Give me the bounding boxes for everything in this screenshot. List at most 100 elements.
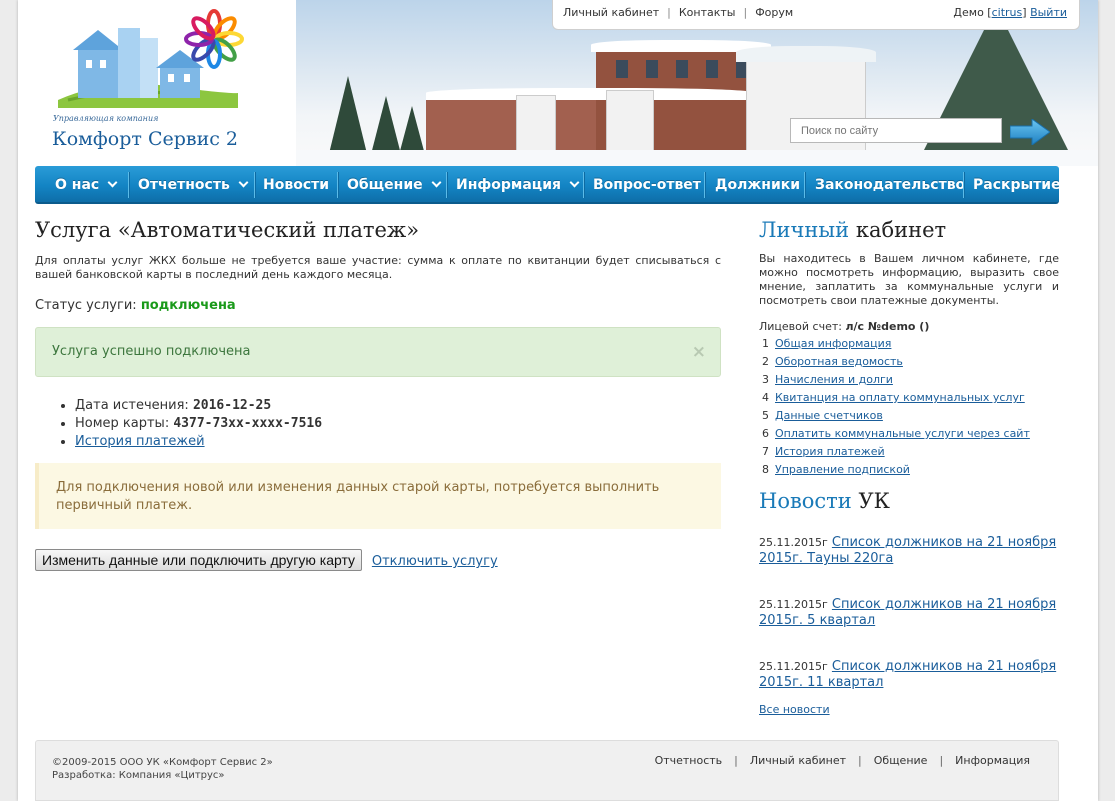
menu-number: 7 bbox=[762, 445, 769, 458]
menu-link-history[interactable]: История платежей bbox=[775, 445, 885, 458]
menu-link-meters[interactable]: Данные счетчиков bbox=[775, 409, 883, 422]
list-item: 7 История платежей bbox=[759, 443, 1059, 461]
chevron-down-icon bbox=[107, 177, 118, 188]
list-item: 8 Управление подпиской bbox=[759, 461, 1059, 479]
card-label: Номер карты: bbox=[75, 416, 170, 431]
list-item: Номер карты: 4377-73xx-xxxx-7516 bbox=[75, 415, 721, 433]
all-news-link[interactable]: Все новости bbox=[759, 703, 1059, 716]
menu-number: 1 bbox=[762, 337, 769, 350]
menu-number: 3 bbox=[762, 373, 769, 386]
news-item: 25.11.2015г Список должников на 21 ноябр… bbox=[759, 535, 1059, 567]
card-number: 4377-73xx-xxxx-7516 bbox=[173, 416, 323, 431]
menu-link-subscription[interactable]: Управление подпиской bbox=[775, 463, 910, 476]
nav-item-reports[interactable]: Отчетность bbox=[138, 166, 249, 202]
account-label: Лицевой счет: bbox=[759, 320, 842, 333]
menu-link-charges[interactable]: Начисления и долги bbox=[775, 373, 893, 386]
cabinet-title-rest: кабинет bbox=[855, 218, 947, 242]
chevron-down-icon bbox=[238, 177, 249, 188]
footer-copyright: ©2009-2015 ООО УК «Комфорт Сервис 2» Раз… bbox=[52, 756, 273, 782]
expiry-label: Дата истечения: bbox=[75, 398, 189, 413]
nav-item-about[interactable]: О нас bbox=[55, 166, 118, 202]
menu-link-turnover[interactable]: Оборотная ведомость bbox=[775, 355, 903, 368]
status-value: подключена bbox=[140, 298, 236, 313]
disconnect-service-link[interactable]: Отключить услугу bbox=[372, 554, 498, 569]
news-item: 25.11.2015г Список должников на 21 ноябр… bbox=[759, 659, 1059, 691]
news-date: 25.11.2015г bbox=[759, 536, 828, 549]
footer: ©2009-2015 ООО УК «Комфорт Сервис 2» Раз… bbox=[35, 740, 1059, 801]
nav-item-debtors[interactable]: Должники bbox=[715, 166, 800, 202]
list-item: 1 Общая информация bbox=[759, 335, 1059, 353]
list-item: История платежей bbox=[75, 433, 721, 451]
toplink-contacts[interactable]: Контакты bbox=[679, 6, 736, 19]
nav-item-legislation[interactable]: Законодательство bbox=[815, 166, 965, 202]
account-info: Лицевой счет: л/с №demo () bbox=[759, 320, 1059, 333]
logout-link[interactable]: Выйти bbox=[1030, 6, 1067, 19]
footer-separator: | bbox=[939, 754, 944, 767]
page: Управляющая компания Комфорт Сервис 2 Ли… bbox=[18, 0, 1098, 801]
footer-links: Отчетность | Личный кабинет | Общение | Информ… bbox=[655, 754, 1030, 767]
toplink-separator: | bbox=[667, 6, 671, 19]
cabinet-title: Личный кабинет bbox=[759, 218, 1059, 242]
close-icon[interactable]: × bbox=[692, 328, 706, 376]
menu-number: 5 bbox=[762, 409, 769, 422]
cabinet-title-accent: Личный bbox=[759, 218, 850, 242]
news-date: 25.11.2015г bbox=[759, 598, 828, 611]
toplink-separator: | bbox=[743, 6, 748, 19]
expiry-value: 2016-12-25 bbox=[192, 398, 272, 413]
service-status: Статус услуги: подключена bbox=[35, 298, 721, 313]
footer-separator: | bbox=[734, 754, 738, 767]
footer-link-communication[interactable]: Общение bbox=[874, 754, 928, 767]
menu-link-pay-online[interactable]: Оплатить коммунальные услуги через сайт bbox=[775, 427, 1030, 440]
payment-history-link[interactable]: История платежей bbox=[75, 434, 205, 449]
main-content: Услуга «Автоматический платеж» Для оплат… bbox=[35, 218, 721, 571]
search-arrow-icon[interactable] bbox=[1010, 119, 1050, 145]
list-item: Дата истечения: 2016-12-25 bbox=[75, 397, 721, 415]
user-login-link[interactable]: citrus bbox=[992, 6, 1023, 19]
search-input[interactable] bbox=[790, 118, 1002, 143]
list-item: 3 Начисления и долги bbox=[759, 371, 1059, 389]
nav-item-news[interactable]: Новости bbox=[263, 166, 329, 202]
list-item: 6 Оплатить коммунальные услуги через сайт bbox=[759, 425, 1059, 443]
news-title: Новости УК bbox=[759, 489, 1059, 513]
nav-item-information[interactable]: Информация bbox=[456, 166, 580, 202]
success-alert: Услуга успешно подключена × bbox=[35, 327, 721, 377]
main-navigation: О нас Отчетность Новости Общение Информа… bbox=[35, 166, 1059, 204]
chevron-down-icon bbox=[431, 177, 442, 188]
footer-link-cabinet[interactable]: Личный кабинет bbox=[750, 754, 846, 767]
menu-number: 8 bbox=[762, 463, 769, 476]
nav-item-qa[interactable]: Вопрос-ответ bbox=[593, 166, 701, 202]
account-value: л/с №demo () bbox=[845, 320, 930, 333]
menu-number: 6 bbox=[762, 427, 769, 440]
menu-number: 4 bbox=[762, 391, 769, 404]
service-description: Для оплаты услуг ЖКХ больше не требуется… bbox=[35, 254, 721, 281]
user-suffix: ] bbox=[1022, 6, 1027, 19]
sidebar: Личный кабинет Вы находитесь в Вашем лич… bbox=[759, 218, 1059, 716]
success-alert-text: Услуга успешно подключена bbox=[52, 344, 251, 359]
toplink-cabinet[interactable]: Личный кабинет bbox=[563, 6, 659, 19]
footer-link-information[interactable]: Информация bbox=[955, 754, 1030, 767]
change-card-button[interactable]: Изменить данные или подключить другую ка… bbox=[35, 549, 363, 571]
logo-title[interactable]: Комфорт Сервис 2 bbox=[52, 128, 238, 150]
footer-link-reports[interactable]: Отчетность bbox=[655, 754, 723, 767]
logo-subtitle: Управляющая компания bbox=[53, 114, 159, 123]
menu-link-receipt[interactable]: Квитанция на оплату коммунальных услуг bbox=[775, 391, 1025, 404]
news-item: 25.11.2015г Список должников на 21 ноябр… bbox=[759, 597, 1059, 629]
news-date: 25.11.2015г bbox=[759, 660, 828, 673]
list-item: 2 Оборотная ведомость bbox=[759, 353, 1059, 371]
news-title-accent: Новости bbox=[759, 489, 852, 513]
card-details-list: Дата истечения: 2016-12-25 Номер карты: … bbox=[75, 397, 721, 451]
user-info: Демо [citrus] Выйти bbox=[953, 6, 1067, 19]
status-label: Статус услуги: bbox=[35, 298, 137, 313]
menu-link-general[interactable]: Общая информация bbox=[775, 337, 891, 350]
list-item: 4 Квитанция на оплату коммунальных услуг bbox=[759, 389, 1059, 407]
page-title: Услуга «Автоматический платеж» bbox=[35, 218, 420, 242]
actions: Изменить данные или подключить другую ка… bbox=[35, 549, 721, 571]
news-title-rest: УК bbox=[858, 489, 890, 513]
nav-item-communication[interactable]: Общение bbox=[347, 166, 442, 202]
list-item: 5 Данные счетчиков bbox=[759, 407, 1059, 425]
menu-number: 2 bbox=[762, 355, 769, 368]
toplink-forum[interactable]: Форум bbox=[755, 6, 793, 19]
cabinet-menu: 1 Общая информация 2 Оборотная ведомость 3… bbox=[759, 335, 1059, 479]
nav-item-disclosure[interactable]: Раскрытие и bbox=[973, 166, 1059, 202]
user-prefix: Демо [ bbox=[953, 6, 992, 19]
